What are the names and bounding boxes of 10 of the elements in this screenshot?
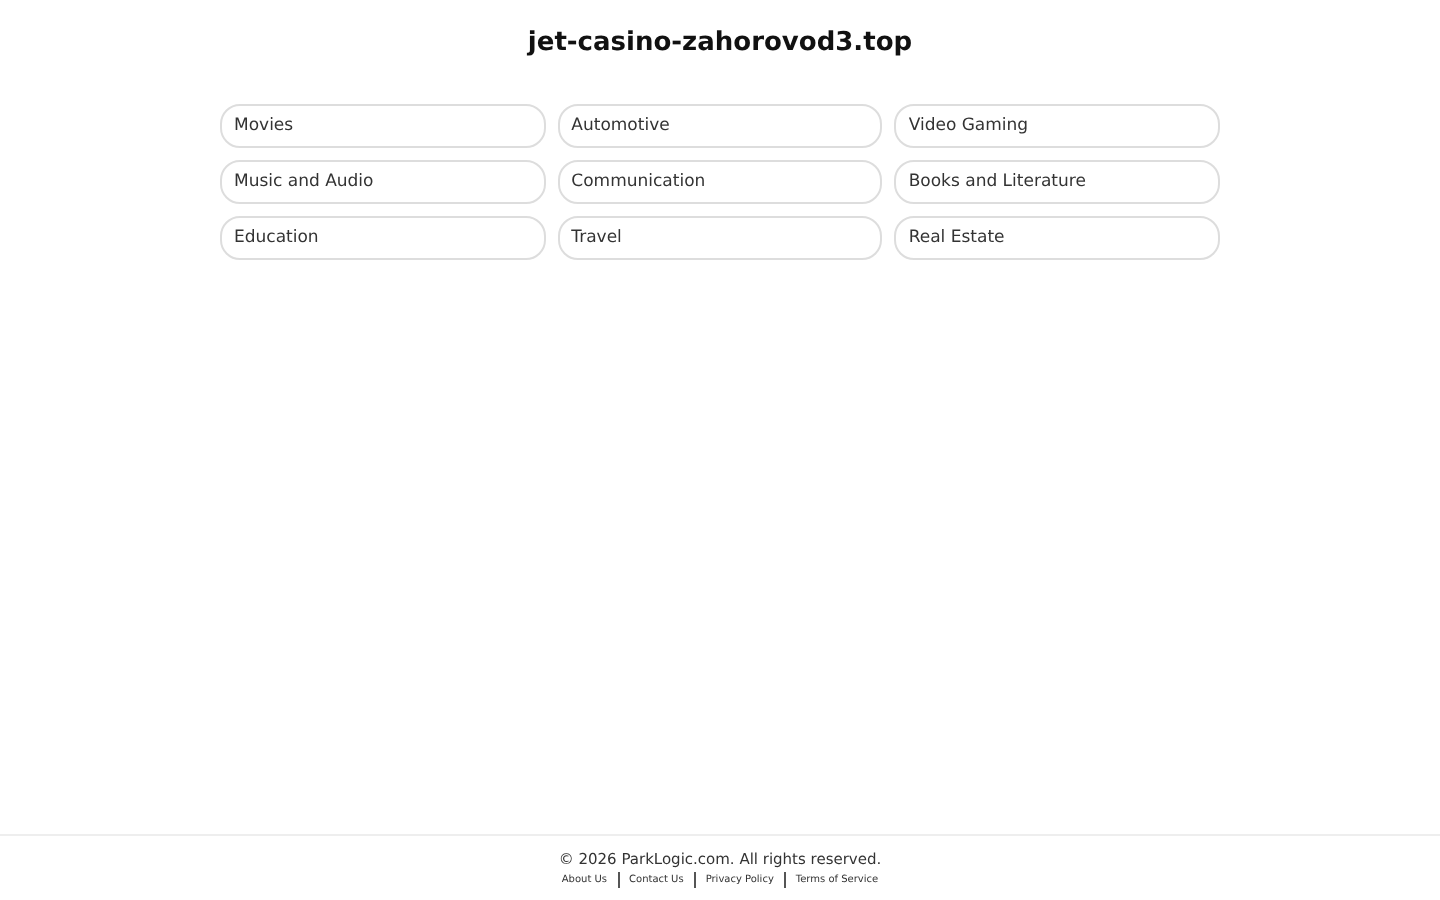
category-link[interactable]: Real Estate (894, 216, 1220, 260)
category-link[interactable]: Video Gaming (894, 104, 1220, 148)
category-link[interactable]: Communication (557, 160, 883, 204)
category-link[interactable]: Books and Literature (894, 160, 1220, 204)
category-link[interactable]: Education (220, 216, 546, 260)
category-link[interactable]: Music and Audio (220, 160, 546, 204)
site-title: jet-casino-zahorovod3.top (525, 28, 915, 60)
category-link[interactable]: Travel (557, 216, 883, 260)
category-link[interactable]: Movies (220, 104, 546, 148)
category-link[interactable]: Automotive (557, 104, 883, 148)
